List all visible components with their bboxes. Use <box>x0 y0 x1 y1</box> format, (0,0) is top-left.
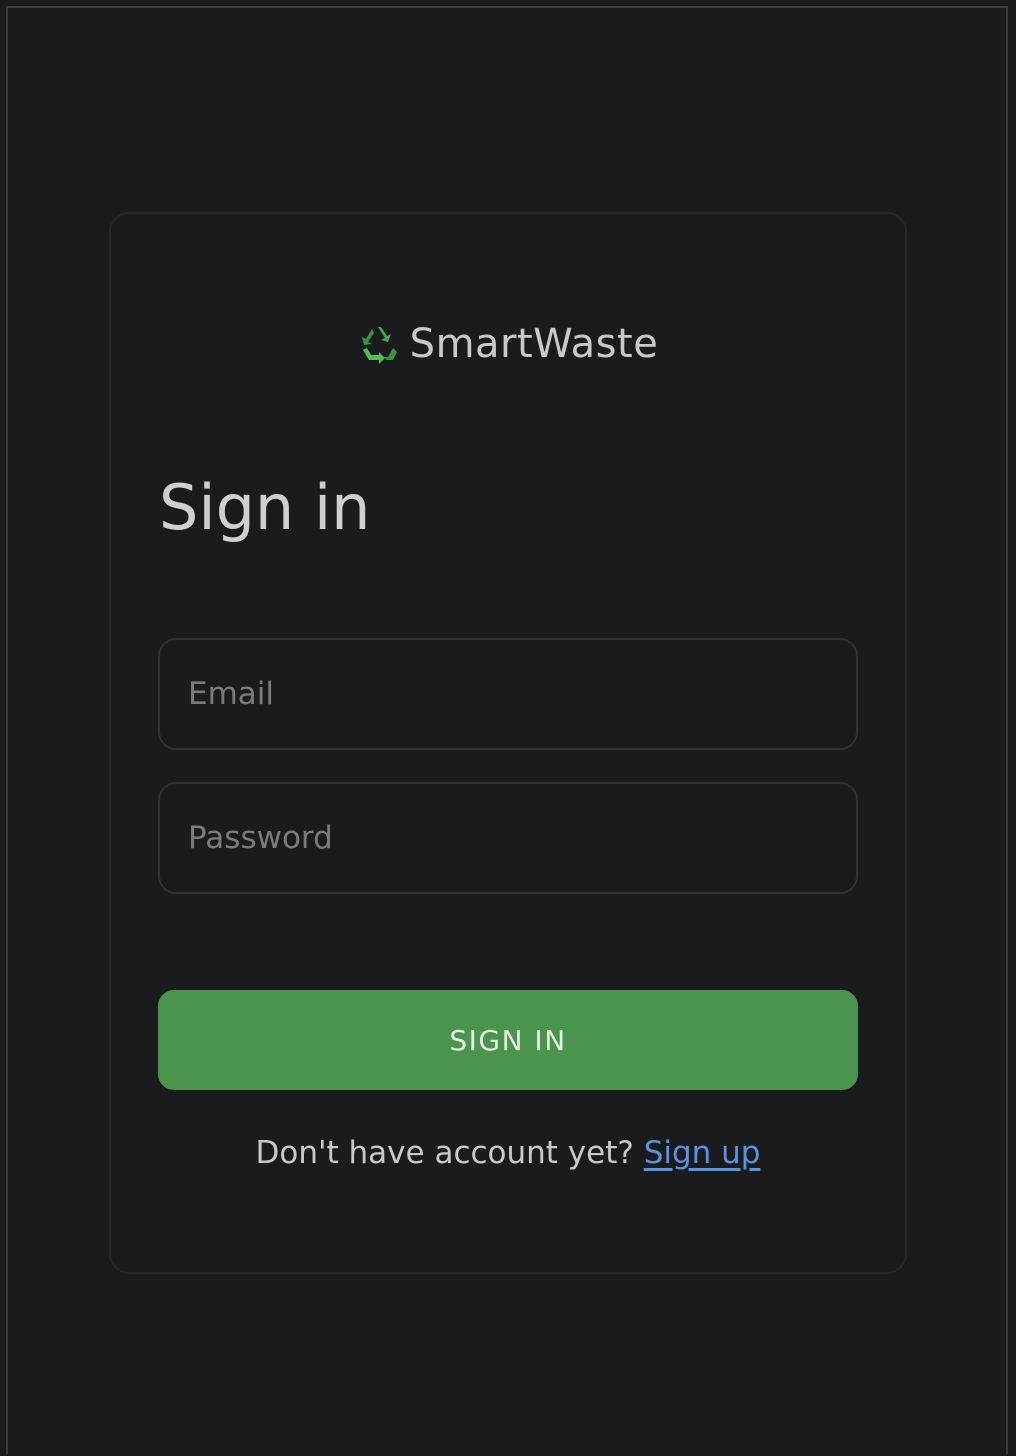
brand-name: SmartWaste <box>409 321 659 367</box>
sign-up-link[interactable]: Sign up <box>644 1135 761 1171</box>
sign-in-button[interactable]: SIGN IN <box>158 990 858 1090</box>
password-field-wrapper <box>158 782 858 894</box>
brand-header: SmartWaste <box>0 318 1016 370</box>
page-title: Sign in <box>159 471 371 544</box>
recycle-icon <box>358 324 398 364</box>
signup-prompt-line: Don't have account yet? Sign up <box>0 1130 1016 1176</box>
email-input[interactable] <box>160 640 856 748</box>
signup-prompt-text: Don't have account yet? <box>255 1135 634 1171</box>
password-input[interactable] <box>160 784 856 892</box>
email-field-wrapper <box>158 638 858 750</box>
